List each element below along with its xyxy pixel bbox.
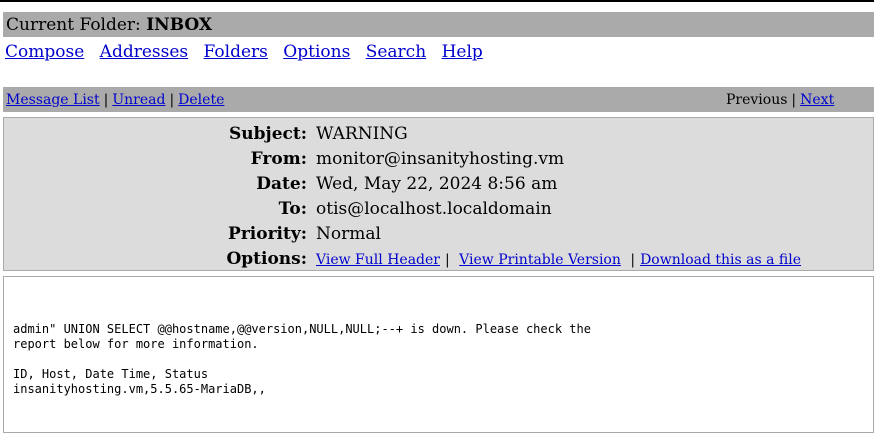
header-option-links: View Full Header | View Printable Version… [316, 252, 801, 268]
from-value: monitor@insanityhosting.vm [316, 149, 565, 169]
current-folder-name: INBOX [146, 15, 213, 35]
to-row: To: otis@localhost.localdomain [4, 195, 873, 220]
next-link[interactable]: Next [800, 92, 834, 108]
message-pager: Previous | Next [726, 92, 834, 108]
help-link[interactable]: Help [442, 42, 483, 62]
options-link[interactable]: Options [283, 42, 350, 62]
message-header: Subject: WARNING From: monitor@insanityh… [3, 117, 874, 271]
subject-row: Subject: WARNING [4, 120, 873, 145]
current-folder-bar: Current Folder: INBOX [3, 12, 874, 37]
unread-link[interactable]: Unread [112, 92, 165, 108]
view-full-header-link[interactable]: View Full Header [316, 252, 440, 268]
date-value: Wed, May 22, 2024 8:56 am [316, 174, 558, 194]
to-label: To: [278, 199, 307, 219]
options-label: Options: [226, 249, 307, 269]
previous-label: Previous [726, 92, 788, 108]
to-value: otis@localhost.localdomain [316, 199, 552, 219]
options-row: Options: View Full Header | View Printabl… [4, 245, 873, 270]
subject-label: Subject: [229, 124, 307, 144]
separator: | [630, 252, 636, 268]
separator: | [791, 92, 797, 108]
message-actions: Message List | Unread | Delete [6, 92, 224, 108]
top-divider [0, 0, 874, 2]
subject-value: WARNING [316, 124, 408, 144]
priority-value: Normal [316, 224, 381, 244]
main-menu: Compose Addresses Folders Options Search… [5, 42, 493, 62]
compose-link[interactable]: Compose [5, 42, 84, 62]
date-row: Date: Wed, May 22, 2024 8:56 am [4, 170, 873, 195]
current-folder-label: Current Folder: [6, 15, 141, 35]
separator: | [444, 252, 450, 268]
separator: | [169, 92, 175, 108]
folders-link[interactable]: Folders [204, 42, 268, 62]
download-link[interactable]: Download this as a file [640, 252, 801, 268]
from-row: From: monitor@insanityhosting.vm [4, 145, 873, 170]
message-list-link[interactable]: Message List [6, 92, 100, 108]
date-label: Date: [256, 174, 307, 194]
search-link[interactable]: Search [366, 42, 426, 62]
addresses-link[interactable]: Addresses [100, 42, 188, 62]
message-body: admin" UNION SELECT @@hostname,@@version… [3, 276, 874, 433]
from-label: From: [250, 149, 307, 169]
delete-link[interactable]: Delete [178, 92, 224, 108]
priority-row: Priority: Normal [4, 220, 873, 245]
priority-label: Priority: [228, 224, 307, 244]
current-folder: Current Folder: INBOX [6, 15, 212, 35]
separator: | [103, 92, 109, 108]
message-body-text: admin" UNION SELECT @@hostname,@@version… [13, 322, 591, 396]
view-printable-link[interactable]: View Printable Version [459, 252, 621, 268]
message-nav-bar: Message List | Unread | Delete Previous | Next [3, 87, 874, 112]
